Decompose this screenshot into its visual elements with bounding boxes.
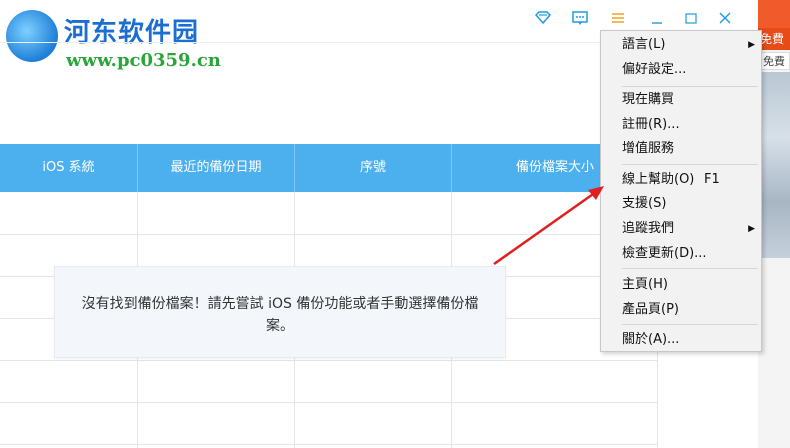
- menu-item-product-page[interactable]: 產品頁(P): [601, 298, 761, 322]
- menu-item-follow-us[interactable]: 追蹤我們 ▶: [601, 217, 761, 241]
- menu-item-label: 關於(A)...: [622, 332, 680, 347]
- menu-item-label: 產品頁(P): [622, 302, 679, 317]
- watermark-url: www.pc0359.cn: [66, 50, 221, 71]
- menu-item-value-added-services[interactable]: 增值服務: [601, 137, 761, 161]
- settings-context-menu: 語言(L) ▶ 偏好設定... 現在購買 註冊(R)... 增值服務 線上幫助(O…: [600, 30, 762, 352]
- menu-item-online-help[interactable]: 線上幫助(O) F1: [601, 168, 761, 192]
- menu-item-label: 追蹤我們: [622, 221, 675, 236]
- submenu-arrow-icon: ▶: [748, 224, 755, 234]
- free-badge-red[interactable]: 免費: [758, 28, 790, 50]
- menu-item-label: 主頁(H): [622, 277, 668, 292]
- free-badge-white[interactable]: 免費: [758, 52, 790, 70]
- menu-separator: [622, 268, 758, 269]
- menu-item-label: 檢查更新(D)...: [622, 246, 707, 261]
- menu-item-about[interactable]: 關於(A)...: [601, 328, 761, 352]
- column-serial-number[interactable]: 序號: [295, 144, 452, 192]
- watermark-logo: 河东软件园 www.pc0359.cn: [4, 6, 264, 76]
- menu-item-label: 註冊(R)...: [622, 117, 680, 132]
- wifi-icon[interactable]: [534, 10, 552, 26]
- menu-item-language[interactable]: 語言(L) ▶: [601, 33, 761, 57]
- menu-item-buy-now[interactable]: 現在購買: [601, 88, 761, 112]
- no-backup-message: 沒有找到備份檔案！請先嘗試 iOS 備份功能或者手動選擇備份檔案。: [54, 266, 506, 358]
- menu-item-label: 現在購買: [622, 92, 675, 107]
- menu-item-label: 支援(S): [622, 196, 667, 211]
- menu-separator: [622, 86, 758, 87]
- submenu-arrow-icon: ▶: [748, 40, 755, 50]
- background-window: 免費 免費: [758, 0, 790, 448]
- menu-separator: [622, 324, 758, 325]
- table-row-line: [0, 402, 658, 403]
- minimize-icon[interactable]: [648, 10, 666, 26]
- watermark-title: 河东软件园: [64, 18, 200, 48]
- logo-emblem-icon: [6, 10, 58, 62]
- backup-table-header: iOS 系統 最近的備份日期 序號 備份檔案大小: [0, 144, 658, 192]
- menu-item-shortcut: F1: [704, 172, 720, 187]
- menu-item-check-updates[interactable]: 檢查更新(D)...: [601, 242, 761, 266]
- maximize-icon[interactable]: [682, 10, 700, 26]
- menu-item-label: 語言(L): [622, 37, 666, 52]
- close-icon[interactable]: [716, 10, 734, 26]
- menu-item-label: 線上幫助(O): [622, 172, 695, 187]
- column-last-backup-date[interactable]: 最近的備份日期: [138, 144, 295, 192]
- menu-separator: [622, 164, 758, 165]
- background-window-image: [758, 72, 790, 258]
- menu-item-support[interactable]: 支援(S): [601, 192, 761, 216]
- menu-item-homepage[interactable]: 主頁(H): [601, 273, 761, 297]
- menu-icon[interactable]: [609, 10, 627, 26]
- table-row-line: [0, 360, 658, 361]
- table-row-line: [0, 444, 658, 445]
- table-row-line: [0, 234, 658, 235]
- menu-item-label: 偏好設定...: [622, 62, 687, 77]
- feedback-icon[interactable]: [571, 10, 589, 26]
- column-ios-version[interactable]: iOS 系統: [0, 144, 138, 192]
- menu-item-preferences[interactable]: 偏好設定...: [601, 58, 761, 82]
- menu-item-register[interactable]: 註冊(R)...: [601, 113, 761, 137]
- background-window-banner: [758, 0, 790, 28]
- menu-item-label: 增值服務: [622, 141, 675, 156]
